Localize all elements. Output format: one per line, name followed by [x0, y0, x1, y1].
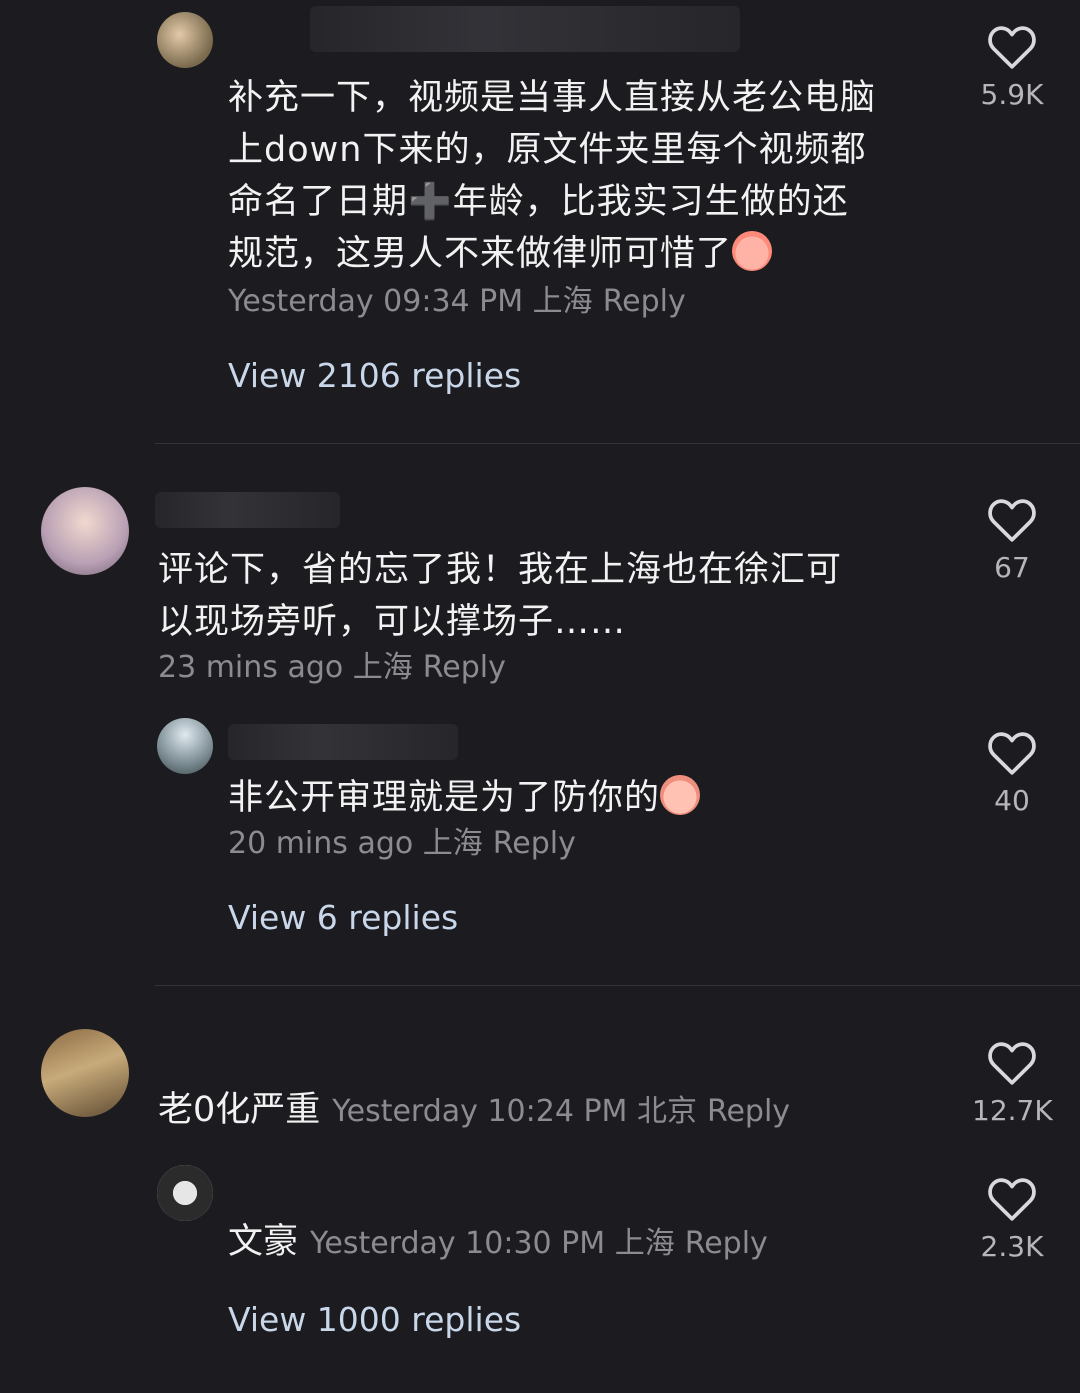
reply-button[interactable]: Reply	[493, 826, 576, 861]
username-blurred[interactable]	[155, 492, 340, 528]
reply-text: 非公开审理就是为了防你的	[228, 772, 701, 824]
avatar[interactable]	[157, 1165, 213, 1221]
reply-text: 文豪	[228, 1222, 299, 1262]
comment-text: 老0化严重	[158, 1090, 321, 1130]
reply-button[interactable]: Reply	[707, 1094, 790, 1129]
comment-text: 评论下，省的忘了我！我在上海也在徐汇可 以现场旁听，可以撑场子……	[158, 550, 843, 642]
avatar[interactable]	[41, 1029, 129, 1117]
username-blurred[interactable]	[310, 6, 740, 52]
like-button[interactable]: 12.7K	[972, 1040, 1053, 1127]
like-button[interactable]: 40	[972, 730, 1052, 817]
timestamp-location: Yesterday 09:34 PM 上海	[228, 284, 593, 319]
avatar[interactable]	[157, 12, 213, 68]
username-blurred[interactable]	[228, 724, 458, 760]
heart-outline-icon	[988, 499, 1036, 542]
view-replies-link[interactable]: View 2106 replies	[228, 354, 521, 398]
like-button[interactable]: 5.9K	[972, 24, 1052, 111]
timestamp-location: Yesterday 10:30 PM 上海	[310, 1226, 675, 1261]
avatar[interactable]	[157, 718, 213, 774]
timestamp-location: 20 mins ago 上海	[228, 826, 483, 861]
like-count: 67	[994, 551, 1030, 584]
view-replies-link[interactable]: View 6 replies	[228, 896, 458, 940]
like-button[interactable]: 67	[972, 497, 1052, 584]
view-replies-link[interactable]: View 1000 replies	[228, 1298, 521, 1342]
reply-meta: 20 mins ago 上海 Reply	[228, 824, 576, 864]
crying-face-emoji-icon	[732, 231, 773, 271]
comment-list: 补充一下，视频是当事人直接从老公电脑 上down下来的，原文件夹里每个视频都 命…	[0, 0, 1080, 1393]
like-button[interactable]: 2.3K	[972, 1176, 1052, 1263]
timestamp-location: 23 mins ago 上海	[158, 650, 413, 685]
heart-outline-icon	[988, 1042, 1036, 1085]
avatar[interactable]	[41, 487, 129, 575]
comment-meta: Yesterday 09:34 PM 上海 Reply	[228, 282, 686, 322]
peach-emoji-icon	[660, 775, 701, 815]
like-count: 40	[994, 784, 1030, 817]
comment-meta: 老0化严重 Yesterday 10:24 PM 北京 Reply	[158, 1090, 790, 1132]
comment-text: 补充一下，视频是当事人直接从老公电脑 上down下来的，原文件夹里每个视频都 命…	[228, 78, 877, 274]
plus-emoji-icon: ➕	[408, 182, 453, 222]
reply-button[interactable]: Reply	[603, 284, 686, 319]
divider	[155, 985, 1080, 986]
like-count: 12.7K	[972, 1094, 1053, 1127]
comment-meta: 23 mins ago 上海 Reply	[158, 648, 506, 688]
reply-meta: 文豪 Yesterday 10:30 PM 上海 Reply	[228, 1222, 768, 1264]
timestamp-location: Yesterday 10:24 PM 北京	[332, 1094, 697, 1129]
reply-button[interactable]: Reply	[423, 650, 506, 685]
heart-outline-icon	[988, 732, 1036, 775]
reply-button[interactable]: Reply	[685, 1226, 768, 1261]
divider	[155, 443, 1080, 444]
heart-outline-icon	[988, 26, 1036, 69]
like-count: 2.3K	[980, 1230, 1044, 1263]
heart-outline-icon	[988, 1178, 1036, 1221]
like-count: 5.9K	[980, 78, 1044, 111]
